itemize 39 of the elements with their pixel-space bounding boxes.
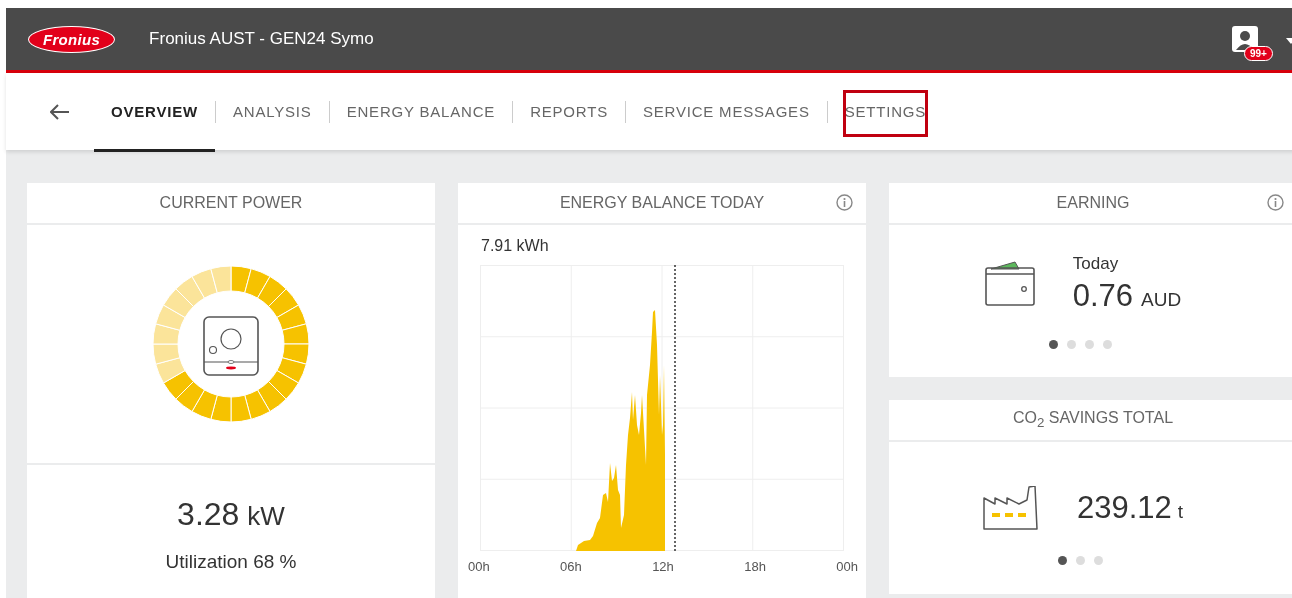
axis-label: 00h bbox=[468, 559, 490, 574]
energy-total: 7.91 kWh bbox=[481, 237, 550, 255]
power-value: 3.28 bbox=[177, 495, 240, 532]
wallet-icon bbox=[984, 260, 1037, 307]
axis-label: 00h bbox=[836, 559, 858, 574]
inverter-icon bbox=[203, 316, 259, 376]
utilization-text: Utilization 68 % bbox=[165, 550, 297, 573]
page-dot[interactable] bbox=[1058, 555, 1067, 565]
info-icon[interactable] bbox=[836, 194, 853, 211]
currency-unit: AUD bbox=[1141, 288, 1182, 310]
page-dot[interactable] bbox=[1076, 555, 1085, 565]
card-title: CO$_{2}$ SAVINGS TOTAL bbox=[1012, 409, 1174, 431]
logo: Fronius bbox=[28, 25, 116, 53]
axis-label: 06h bbox=[560, 559, 582, 574]
page-dot[interactable] bbox=[1049, 339, 1058, 349]
app-title: Fronius AUST - GEN24 Symo bbox=[149, 29, 374, 49]
earning-label: Today bbox=[1072, 253, 1120, 274]
page-dot[interactable] bbox=[1094, 555, 1103, 565]
card-title: CURRENT POWER bbox=[159, 194, 303, 212]
page-dot[interactable] bbox=[1085, 339, 1094, 349]
power-unit: kW bbox=[247, 500, 285, 531]
info-icon[interactable] bbox=[1267, 194, 1284, 211]
co2-value: 239.12 bbox=[1076, 489, 1172, 525]
card-title: EARNING bbox=[1056, 194, 1130, 212]
back-arrow-icon[interactable] bbox=[50, 103, 70, 120]
page-dot[interactable] bbox=[1103, 339, 1112, 349]
notification-badge: 99+ bbox=[1244, 46, 1273, 61]
nav-tab[interactable]: ANALYSIS bbox=[216, 74, 329, 152]
nav-tab[interactable]: ENERGY BALANCE bbox=[329, 74, 513, 152]
card-title: ENERGY BALANCE TODAY bbox=[559, 194, 765, 212]
co2-unit: t bbox=[1177, 500, 1184, 522]
factory-icon bbox=[982, 485, 1041, 530]
nav-tab[interactable]: SETTINGS bbox=[827, 74, 944, 152]
axis-label: 12h bbox=[652, 559, 674, 574]
nav-tab[interactable]: REPORTS bbox=[513, 74, 625, 152]
earning-value: 0.76 bbox=[1072, 277, 1134, 313]
page-dot[interactable] bbox=[1067, 339, 1076, 349]
nav-tab[interactable]: SERVICE MESSAGES bbox=[625, 74, 827, 152]
axis-label: 18h bbox=[744, 559, 766, 574]
